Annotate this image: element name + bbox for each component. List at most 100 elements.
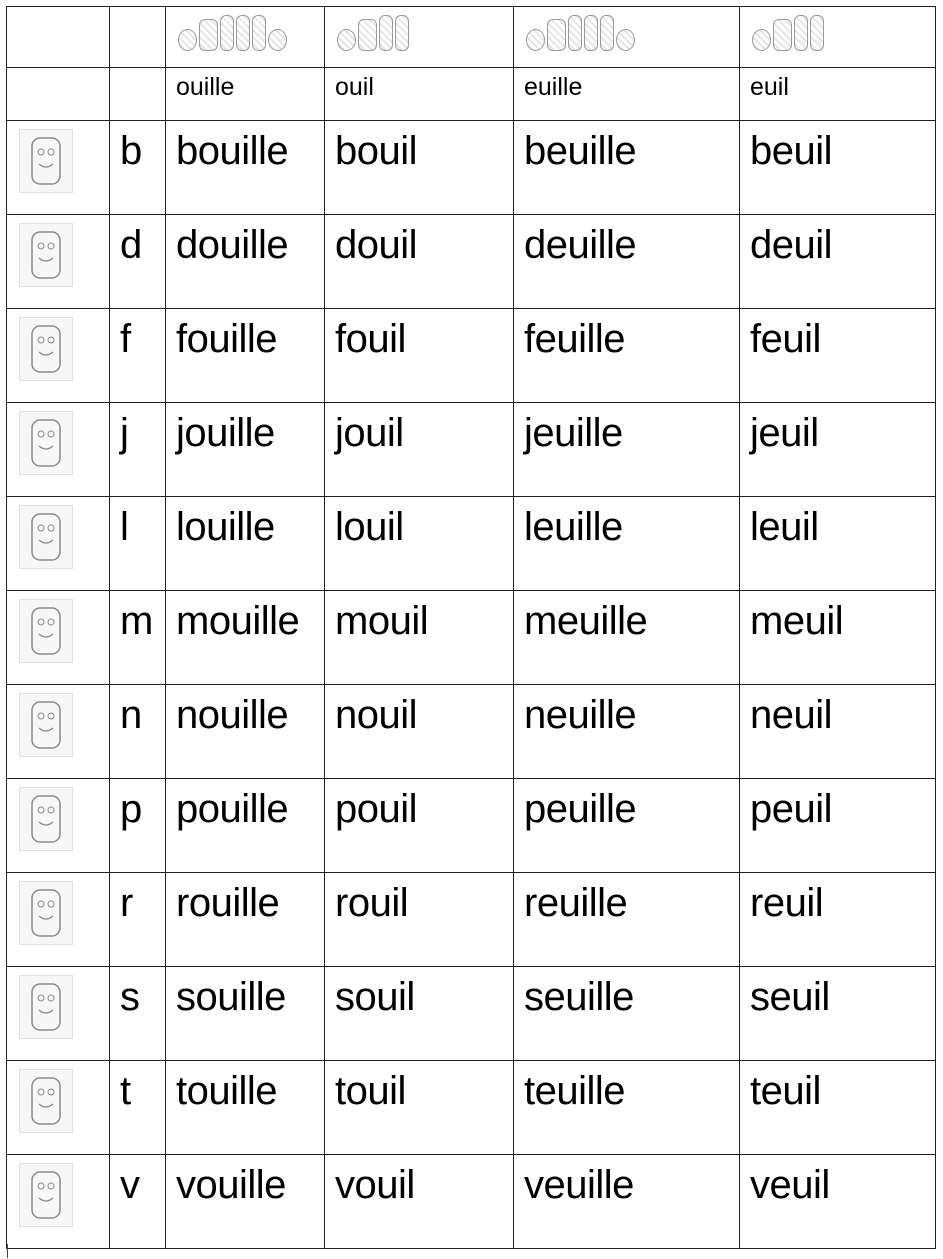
header-pattern-cell — [324, 6, 514, 68]
illustration-cell — [6, 1060, 110, 1155]
illustration-cell — [6, 872, 110, 967]
consonant-letter: l — [120, 505, 129, 549]
letter-n-illustration-icon — [19, 693, 73, 757]
syllable-word: douille — [176, 223, 289, 267]
syllable-cell: vouil — [324, 1154, 514, 1249]
letter-j-illustration-icon — [19, 411, 73, 475]
syllable-cell: seuil — [739, 966, 936, 1061]
syllable-cell: reuil — [739, 872, 936, 967]
u-icon — [199, 19, 218, 51]
header-label-euille: euille — [524, 73, 583, 101]
syllable-word: jeuille — [524, 411, 623, 455]
syllable-cell: bouil — [324, 120, 514, 215]
syllable-cell: souil — [324, 966, 514, 1061]
u-icon — [547, 19, 566, 51]
syllable-word: veuil — [750, 1163, 830, 1207]
syllable-cell: jeuille — [513, 402, 740, 497]
syllable-word: seuil — [750, 975, 830, 1019]
e-icon — [268, 29, 287, 51]
header-label-cell: ouil — [324, 67, 514, 121]
consonant-letter: m — [120, 599, 154, 643]
table-row: l louille louil leuille leuil — [6, 496, 936, 591]
letter-v-illustration-icon — [19, 1163, 73, 1227]
syllable-cell: pouille — [165, 778, 325, 873]
syllable-word: fouille — [176, 317, 278, 361]
syllable-cell: touille — [165, 1060, 325, 1155]
syllable-cell: veuil — [739, 1154, 936, 1249]
syllable-cell: jouil — [324, 402, 514, 497]
header-label-cell: euil — [739, 67, 936, 121]
table-row: m mouille mouil meuille meuil — [6, 590, 936, 685]
header-label-ouille: ouille — [176, 73, 235, 101]
i-icon — [220, 15, 234, 51]
syllable-word: neuil — [750, 693, 833, 737]
illustration-cell — [6, 590, 110, 685]
syllable-cell: bouille — [165, 120, 325, 215]
empty-corner-cell — [109, 67, 166, 121]
letter-p-illustration-icon — [19, 787, 73, 851]
syllable-cell: louille — [165, 496, 325, 591]
syllable-word: peuille — [524, 787, 637, 831]
letter-cell: n — [109, 684, 166, 779]
table-row: n nouille nouil neuille neuil — [6, 684, 936, 779]
syllable-word: jouil — [335, 411, 404, 455]
syllable-word: teuille — [524, 1069, 626, 1113]
syllable-word: pouille — [176, 787, 289, 831]
syllable-cell: rouil — [324, 872, 514, 967]
letter-cell: j — [109, 402, 166, 497]
illustration-cell — [6, 214, 110, 309]
consonant-letter: f — [120, 317, 132, 361]
header-label-ouil: ouil — [335, 73, 374, 101]
letter-s-illustration-icon — [19, 975, 73, 1039]
l-icon — [600, 15, 614, 51]
syllable-cell: nouille — [165, 684, 325, 779]
consonant-letter: n — [120, 693, 143, 737]
syllable-cell: fouille — [165, 308, 325, 403]
syllable-cell: beuil — [739, 120, 936, 215]
header-label-row: ouille ouil euille euil — [6, 67, 936, 121]
syllable-word: meuille — [524, 599, 648, 643]
syllable-cell: mouille — [165, 590, 325, 685]
syllable-word: veuille — [524, 1163, 634, 1207]
syllable-word: peuil — [750, 787, 833, 831]
consonant-letter: p — [120, 787, 143, 831]
syllable-cell: neuil — [739, 684, 936, 779]
l-icon — [395, 15, 409, 51]
syllable-word: feuille — [524, 317, 626, 361]
consonant-letter: b — [120, 129, 143, 173]
syllable-cell: louil — [324, 496, 514, 591]
syllable-table: ouille ouil euille euil b bouille bouil beu… — [6, 6, 936, 1249]
table-row: p pouille pouil peuille peuil — [6, 778, 936, 873]
syllable-word: douil — [335, 223, 418, 267]
header-pattern-cell — [513, 6, 740, 68]
syllable-word: meuil — [750, 599, 844, 643]
syllable-cell: leuil — [739, 496, 936, 591]
syllable-word: reuil — [750, 881, 824, 925]
syllable-word: pouil — [335, 787, 418, 831]
consonant-letter: v — [120, 1163, 140, 1207]
u-icon — [773, 19, 792, 51]
letter-m-illustration-icon — [19, 599, 73, 663]
i-icon — [794, 15, 808, 51]
illustration-cell — [6, 684, 110, 779]
syllable-word: jouille — [176, 411, 275, 455]
l-icon — [584, 15, 598, 51]
table-row: t touille touil teuille teuil — [6, 1060, 936, 1155]
letter-pattern-icon — [515, 8, 739, 51]
syllable-word: louil — [335, 505, 404, 549]
header-label-euil: euil — [750, 73, 789, 101]
letter-cell: v — [109, 1154, 166, 1249]
syllable-cell: peuil — [739, 778, 936, 873]
syllable-cell: feuille — [513, 308, 740, 403]
table-row: b bouille bouil beuille beuil — [6, 120, 936, 215]
syllable-cell: deuil — [739, 214, 936, 309]
consonant-letter: t — [120, 1069, 132, 1113]
illustration-cell — [6, 402, 110, 497]
syllable-word: beuille — [524, 129, 637, 173]
syllable-word: teuil — [750, 1069, 821, 1113]
e-icon — [616, 29, 635, 51]
table-row: r rouille rouil reuille reuil — [6, 872, 936, 967]
syllable-worksheet: ouille ouil euille euil b bouille bouil beu… — [6, 6, 936, 1249]
letter-cell: d — [109, 214, 166, 309]
syllable-word: louille — [176, 505, 275, 549]
